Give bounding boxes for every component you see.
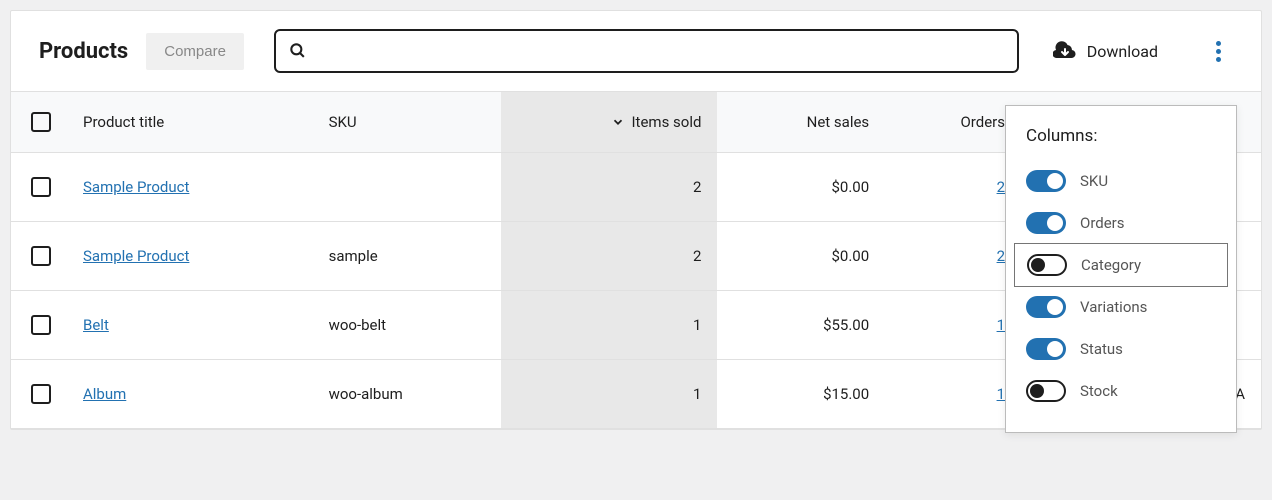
column-toggle-row[interactable]: SKU [1006,160,1236,202]
col-header-net-sales[interactable]: Net sales [717,92,885,153]
compare-button[interactable]: Compare [146,33,244,70]
column-toggle-row[interactable]: Status [1006,328,1236,370]
toggle-label: Orders [1080,214,1125,232]
product-title-link[interactable]: Sample Product [83,178,189,196]
orders-link[interactable]: 2 [997,247,1005,265]
product-title-link[interactable]: Sample Product [83,247,189,265]
cell-items-sold: 2 [501,153,717,222]
cell-net-sales: $0.00 [717,153,885,222]
toggle-label: Variations [1080,298,1147,316]
download-label: Download [1087,42,1158,61]
orders-link[interactable]: 1 [997,316,1005,334]
download-button[interactable]: Download [1049,33,1162,69]
toggle-switch[interactable] [1026,338,1066,360]
search-input[interactable] [318,43,1005,60]
toggle-label: Status [1080,340,1123,358]
cell-items-sold: 1 [501,360,717,429]
select-all-checkbox[interactable] [31,112,51,132]
cell-net-sales: $0.00 [717,222,885,291]
chevron-down-icon [611,115,625,129]
col-header-items-sold-label: Items sold [631,113,701,131]
row-checkbox[interactable] [31,246,51,266]
toggle-switch[interactable] [1026,170,1066,192]
product-title-link[interactable]: Album [83,385,126,403]
toggle-switch[interactable] [1027,254,1067,276]
col-header-items-sold[interactable]: Items sold [501,92,717,153]
toggle-label: Stock [1080,382,1118,400]
product-title-link[interactable]: Belt [83,316,109,334]
cell-items-sold: 2 [501,222,717,291]
toggle-label: SKU [1080,172,1108,190]
cell-sku: woo-belt [313,291,501,360]
row-checkbox[interactable] [31,177,51,197]
column-toggle-row[interactable]: Category [1014,243,1228,287]
toggle-switch[interactable] [1026,380,1066,402]
kebab-menu-button[interactable] [1204,33,1233,70]
toggle-label: Category [1081,256,1141,274]
orders-link[interactable]: 2 [997,178,1005,196]
row-checkbox[interactable] [31,384,51,404]
toggle-switch[interactable] [1026,212,1066,234]
cell-net-sales: $55.00 [717,291,885,360]
search-input-wrapper[interactable] [274,29,1019,73]
column-toggle-row[interactable]: Stock [1006,370,1236,412]
page-title: Products [39,39,128,64]
cell-items-sold: 1 [501,291,717,360]
cloud-download-icon [1053,41,1077,61]
column-toggle-row[interactable]: Variations [1006,286,1236,328]
col-header-select-all[interactable] [11,92,67,153]
cell-sku [313,153,501,222]
row-checkbox[interactable] [31,315,51,335]
col-header-product-title[interactable]: Product title [67,92,313,153]
cell-net-sales: $15.00 [717,360,885,429]
cell-sku: sample [313,222,501,291]
orders-link[interactable]: 1 [997,385,1005,403]
columns-popover: Columns: SKU Orders Category Variations Stat… [1005,105,1237,433]
column-toggle-row[interactable]: Orders [1006,202,1236,244]
columns-popover-title: Columns: [1006,126,1236,160]
col-header-orders[interactable]: Orders [885,92,1021,153]
toggle-switch[interactable] [1026,296,1066,318]
col-header-sku[interactable]: SKU [313,92,501,153]
cell-sku: woo-album [313,360,501,429]
search-icon [288,41,308,61]
